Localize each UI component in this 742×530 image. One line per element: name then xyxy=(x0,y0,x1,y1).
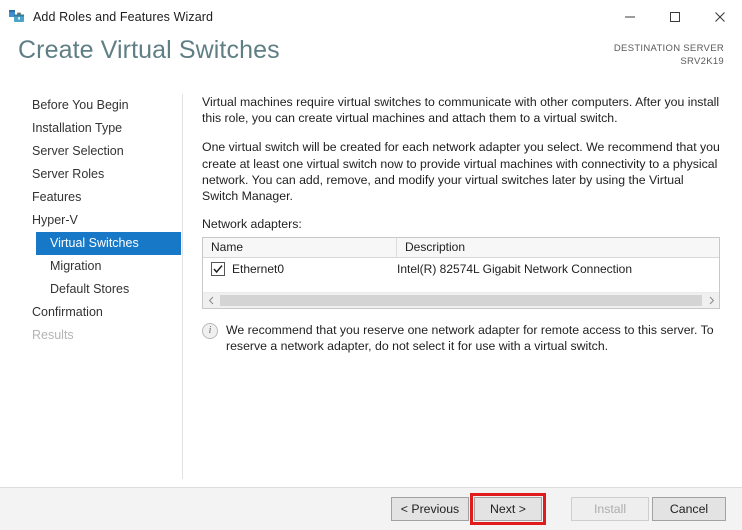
wizard-body: Before You Begin Installation Type Serve… xyxy=(0,88,742,480)
sidebar-item-results: Results xyxy=(32,328,74,342)
intro-paragraph-2: One virtual switch will be created for e… xyxy=(202,140,720,204)
sidebar-item-server-roles[interactable]: Server Roles xyxy=(0,163,182,186)
sidebar-item-server-selection[interactable]: Server Selection xyxy=(0,140,182,163)
intro-paragraph-1: Virtual machines require virtual switche… xyxy=(202,95,720,126)
next-button[interactable]: Next > xyxy=(474,497,542,521)
minimize-icon[interactable] xyxy=(607,0,652,34)
column-header-name[interactable]: Name xyxy=(203,238,397,258)
sidebar-item-confirmation[interactable]: Confirmation xyxy=(0,301,182,324)
scrollbar-thumb[interactable] xyxy=(220,295,702,307)
sidebar-item-migration[interactable]: Migration xyxy=(0,255,182,278)
destination-server-name: SRV2K19 xyxy=(680,56,724,67)
window-title-bar: Add Roles and Features Wizard xyxy=(0,0,742,34)
wizard-content: Virtual machines require virtual switche… xyxy=(202,94,722,355)
window-controls xyxy=(607,0,742,34)
install-button: Install xyxy=(571,497,649,521)
previous-button[interactable]: < Previous xyxy=(391,497,469,521)
network-adapters-label: Network adapters: xyxy=(202,217,302,232)
window-title: Add Roles and Features Wizard xyxy=(33,10,214,24)
sidebar-item-virtual-switches[interactable]: Virtual Switches xyxy=(36,232,181,255)
network-adapters-table: Name Description Ethernet0 Intel(R) 8257… xyxy=(202,237,720,310)
destination-server-label: DESTINATION SERVER xyxy=(613,43,724,54)
recommendation-note-text: We recommend that you reserve one networ… xyxy=(226,323,714,354)
table-row[interactable]: Ethernet0 Intel(R) 82574L Gigabit Networ… xyxy=(203,258,719,279)
sidebar-item-hyper-v[interactable]: Hyper-V xyxy=(0,209,182,232)
table-header-row: Name Description xyxy=(203,238,719,259)
adapter-checkbox[interactable] xyxy=(211,261,225,276)
adapter-description: Intel(R) 82574L Gigabit Network Connecti… xyxy=(397,261,633,276)
adapter-name-cell: Ethernet0 xyxy=(203,261,397,276)
cancel-button[interactable]: Cancel xyxy=(652,497,726,521)
wizard-footer: < Previous Next > Install Cancel xyxy=(0,487,742,530)
maximize-icon[interactable] xyxy=(652,0,697,34)
page-title: Create Virtual Switches xyxy=(18,36,280,64)
table-horizontal-scrollbar[interactable] xyxy=(203,292,719,309)
destination-server-block: DESTINATION SERVER SRV2K19 xyxy=(614,42,724,68)
page-header: Create Virtual Switches DESTINATION SERV… xyxy=(0,34,742,88)
vertical-divider xyxy=(182,94,183,479)
recommendation-note: i We recommend that you reserve one netw… xyxy=(202,322,718,354)
adapter-name: Ethernet0 xyxy=(232,261,285,276)
sidebar-item-default-stores[interactable]: Default Stores xyxy=(0,278,182,301)
scroll-left-icon[interactable] xyxy=(203,293,219,308)
info-icon: i xyxy=(202,323,218,340)
wizard-steps-nav: Before You Begin Installation Type Serve… xyxy=(0,94,182,347)
close-icon[interactable] xyxy=(697,0,742,34)
sidebar-item-features[interactable]: Features xyxy=(0,186,182,209)
scroll-right-icon[interactable] xyxy=(703,293,719,308)
column-header-description[interactable]: Description xyxy=(397,238,719,257)
sidebar-item-installation-type[interactable]: Installation Type xyxy=(0,117,182,140)
server-manager-icon xyxy=(8,8,26,26)
sidebar-item-before-you-begin[interactable]: Before You Begin xyxy=(0,94,182,117)
